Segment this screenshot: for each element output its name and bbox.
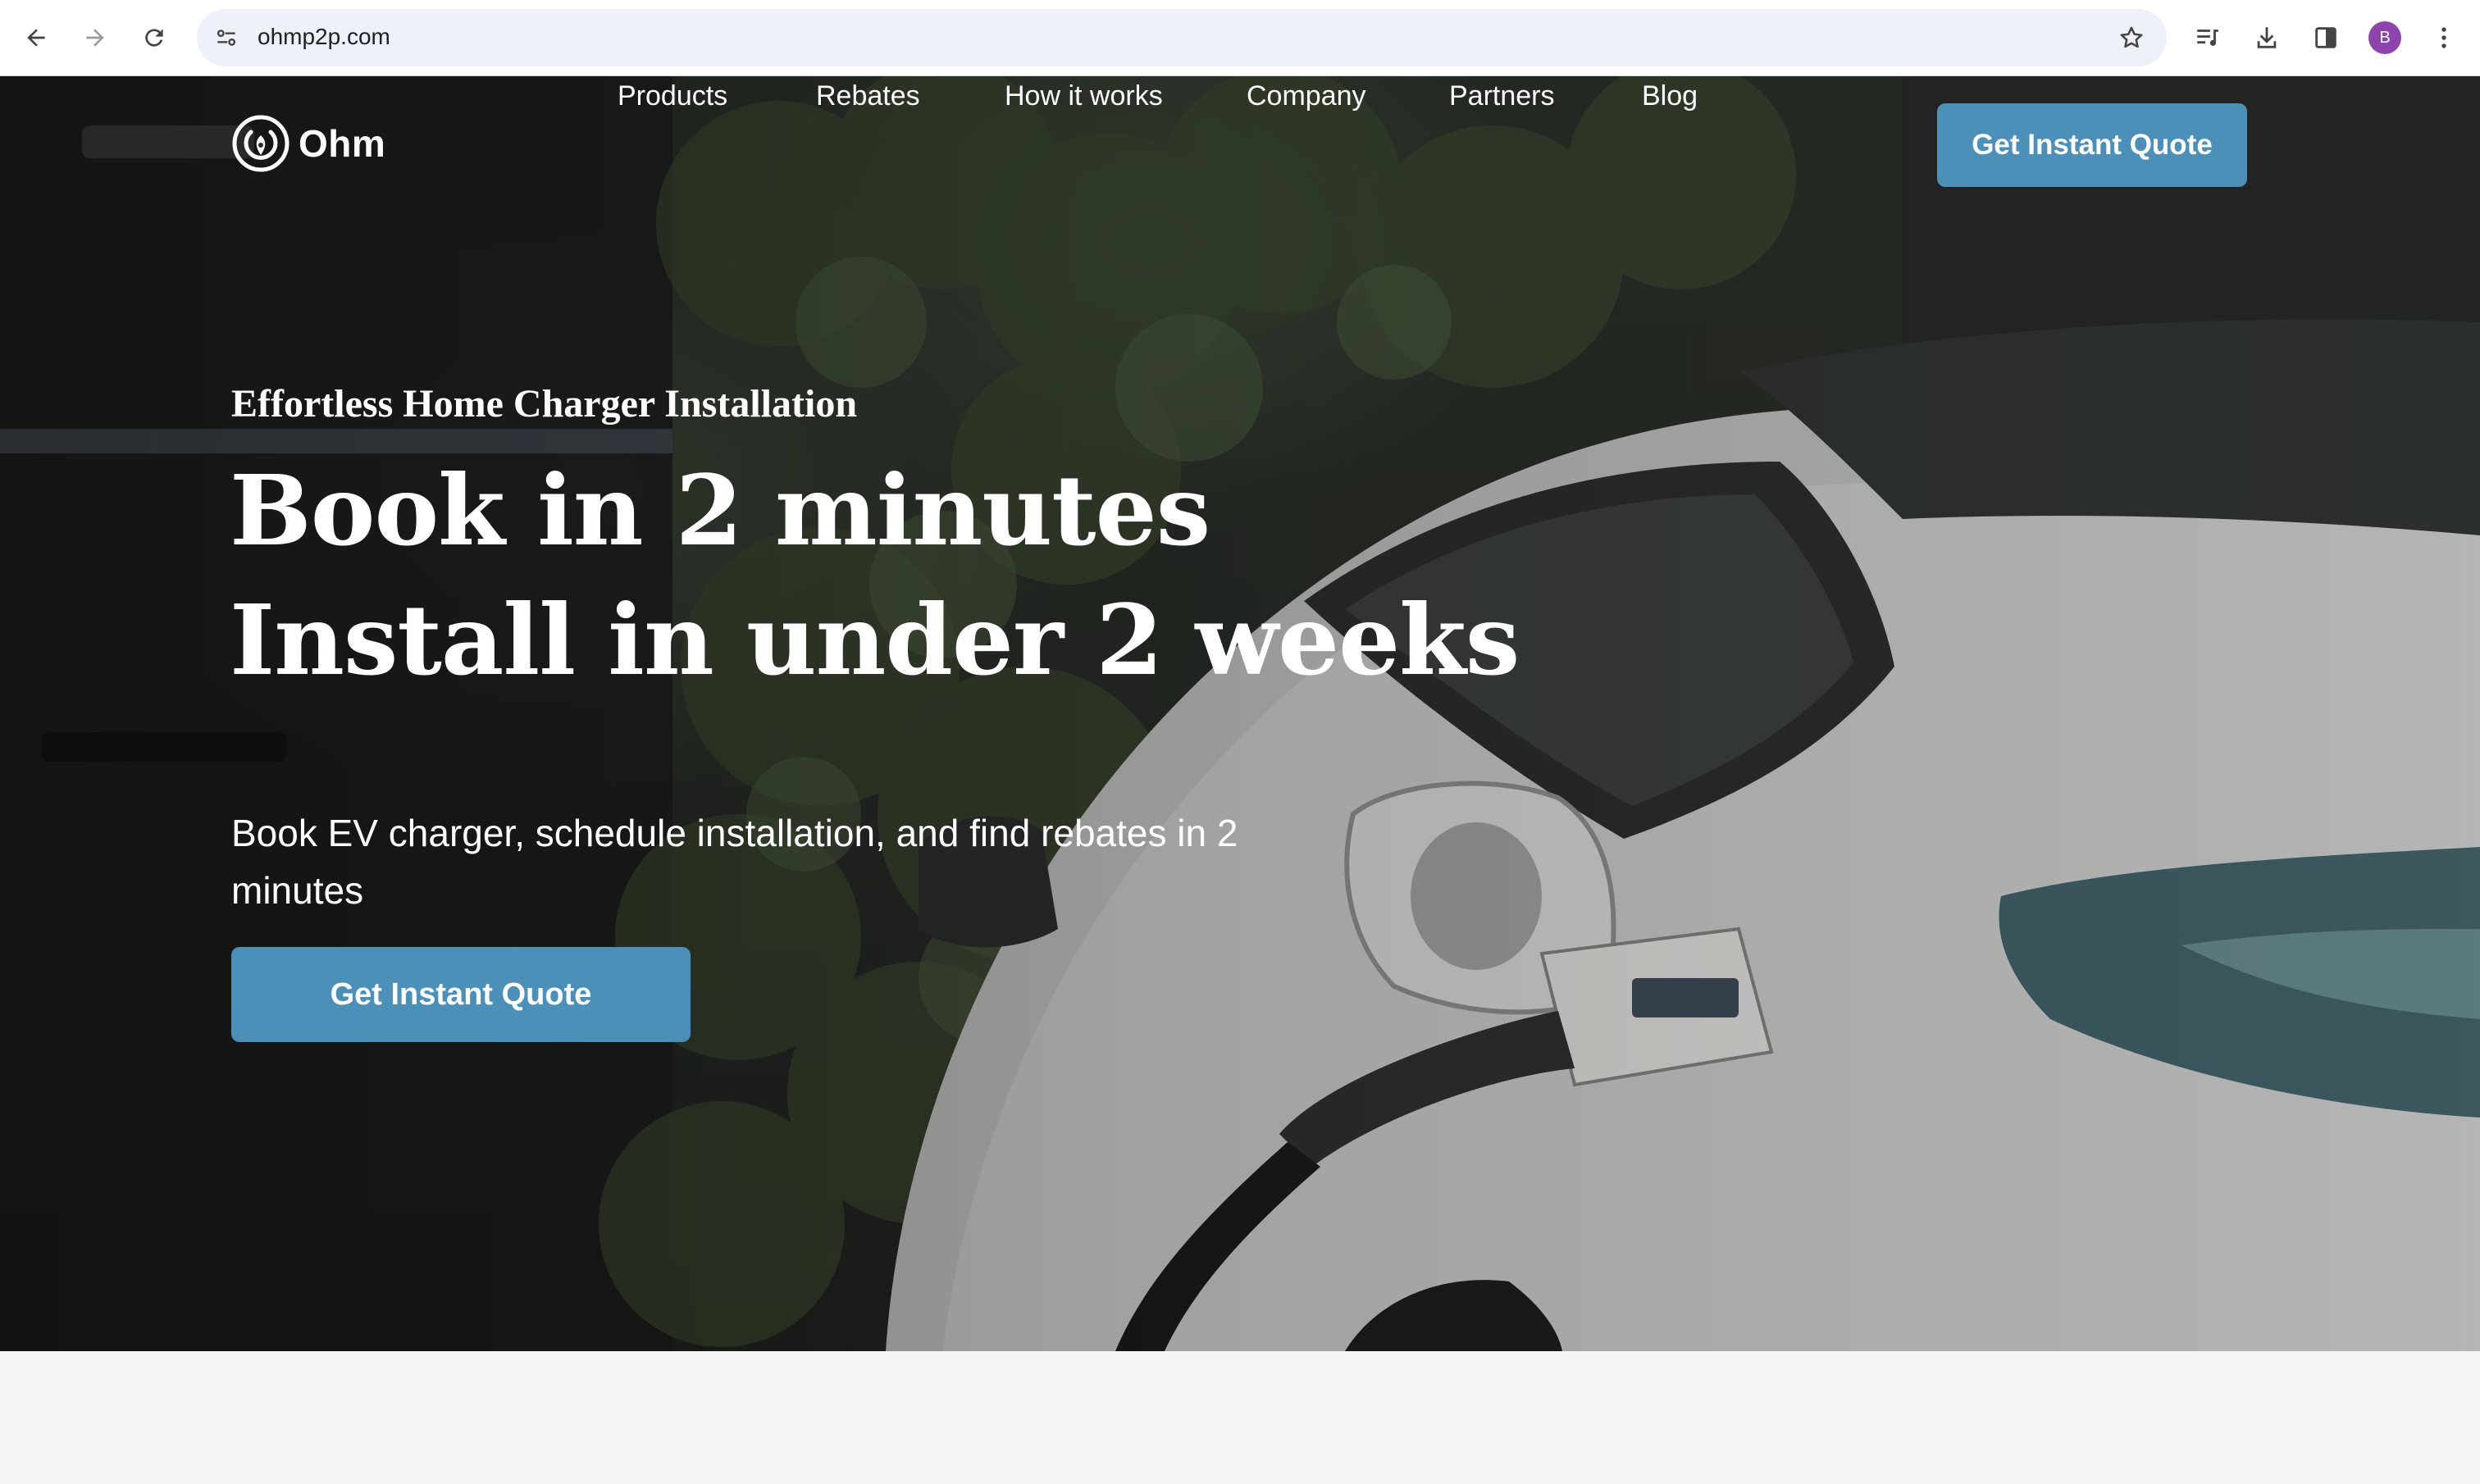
side-panel-button[interactable]	[2306, 18, 2346, 57]
forward-button[interactable]	[75, 18, 115, 57]
reload-icon	[145, 29, 163, 47]
url-text[interactable]: ohmp2p.com	[258, 24, 390, 50]
hero-get-quote-button[interactable]: Get Instant Quote	[231, 947, 691, 1042]
nav-blog[interactable]: Blog	[1642, 80, 1698, 112]
nav-rebates[interactable]: Rebates	[816, 80, 920, 112]
profile-avatar[interactable]: B	[2368, 21, 2401, 54]
star-icon[interactable]	[2118, 24, 2145, 52]
nav-partners[interactable]: Partners	[1449, 80, 1555, 112]
kebab-menu-icon	[2441, 27, 2446, 48]
tune-icon[interactable]	[213, 25, 239, 51]
hero-section: Ohm Products Rebates How it works Compan…	[0, 76, 2480, 1351]
hero-headline-line-2: Install in under 2 weeks	[230, 583, 1520, 697]
logo[interactable]: Ohm	[231, 114, 385, 173]
downloads-button[interactable]	[2247, 18, 2286, 57]
browser-menu-button[interactable]	[2424, 18, 2464, 57]
arrow-right-icon	[86, 29, 104, 47]
media-control-button[interactable]	[2188, 18, 2227, 57]
arrow-left-icon	[27, 29, 45, 47]
browser-toolbar: ohmp2p.com B	[0, 0, 2480, 76]
hero-headline-line-1: Book in 2 minutes	[230, 453, 1210, 567]
site-header: Ohm Products Rebates How it works Compan…	[0, 76, 2480, 216]
header-get-quote-button[interactable]: Get Instant Quote	[1937, 103, 2247, 187]
side-panel-icon	[2315, 27, 2336, 48]
address-bar[interactable]: ohmp2p.com	[197, 9, 2167, 66]
brand-name: Ohm	[299, 122, 386, 165]
nav-how-it-works[interactable]: How it works	[1005, 80, 1163, 112]
hero-dark-overlay	[0, 76, 2480, 1351]
nav-products[interactable]: Products	[618, 80, 727, 112]
reload-button[interactable]	[134, 18, 174, 57]
media-control-icon	[2197, 30, 2218, 46]
nav-company[interactable]: Company	[1247, 80, 1366, 112]
below-fold-section	[0, 1351, 2480, 1484]
hero-eyebrow: Effortless Home Charger Installation	[231, 382, 858, 426]
hero-subcopy: Book EV charger, schedule installation, …	[231, 812, 1238, 912]
download-icon	[2257, 27, 2277, 48]
ohm-logo-icon	[232, 115, 289, 172]
back-button[interactable]	[16, 18, 56, 57]
